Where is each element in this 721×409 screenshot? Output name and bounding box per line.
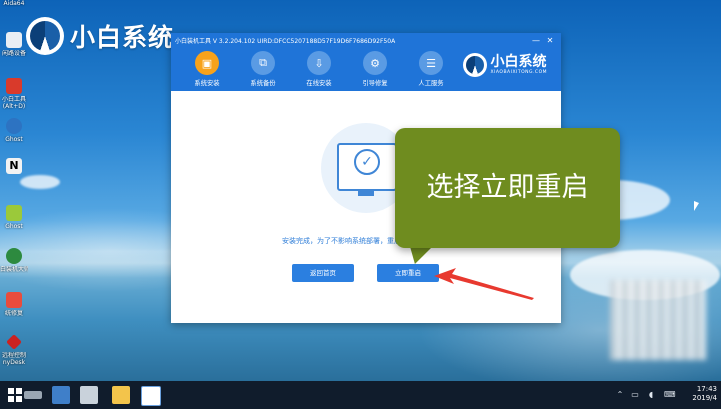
- desktop-icon-label: 远程控制: [1, 352, 26, 359]
- return-home-button[interactable]: 返回首页: [292, 264, 354, 282]
- ghost-icon: [6, 205, 22, 221]
- tab-boot-repair[interactable]: ⚙ 引导修复: [347, 51, 403, 87]
- installer-icon: [6, 248, 22, 264]
- desktop-icon-n[interactable]: N: [0, 158, 28, 176]
- ghost-icon: [6, 118, 22, 134]
- instruction-callout: 选择立即重启: [395, 128, 620, 248]
- desktop-icon-label: 小白工具: [1, 96, 26, 103]
- clock-time: 17:43: [696, 385, 717, 393]
- tab-label: 在线安装: [306, 80, 332, 87]
- anydesk-icon: [6, 334, 22, 350]
- tray-expand-icon[interactable]: ⌃: [615, 390, 625, 400]
- cloud: [20, 175, 60, 189]
- window-title: 小白装机工具 V 3.2.204.102 UIRD:DFCC5207188D57…: [175, 38, 396, 45]
- desktop-icon-network-devices[interactable]: 闲路设备: [0, 32, 28, 57]
- desktop-icon-xiaobai-tools[interactable]: 小白工具 (Alt+D): [0, 78, 28, 110]
- desktop-icon-label: nyDesk: [2, 359, 26, 366]
- service-icon: ☰: [419, 51, 443, 75]
- desktop-icon-label: Ghost: [5, 136, 23, 143]
- brand-name: 小白系统: [490, 54, 547, 70]
- tab-manual-service[interactable]: ☰ 人工服务: [403, 51, 459, 87]
- window-titlebar[interactable]: 小白装机工具 V 3.2.204.102 UIRD:DFCC5207188D57…: [171, 33, 561, 50]
- desktop-icon-label: 白装机大师: [0, 266, 28, 273]
- desktop-icon-ghost-2[interactable]: Ghost: [0, 205, 28, 230]
- start-button[interactable]: [6, 386, 24, 404]
- install-icon: ▣: [195, 51, 219, 75]
- desktop-icon-label: 闲路设备: [1, 50, 26, 57]
- tab-label: 系统安装: [194, 80, 220, 87]
- desktop-icon-label: (Alt+D): [2, 103, 26, 110]
- folder-icon[interactable]: [112, 386, 130, 404]
- xiaobai-taskbar-icon[interactable]: [141, 386, 161, 406]
- tab-online-install[interactable]: ⇩ 在线安装: [291, 51, 347, 87]
- main-nav: ▣ 系统安装 ⧉ 系统备份 ⇩ 在线安装 ⚙ 引导修复 ☰ 人工服务: [179, 51, 459, 87]
- taskbar-clock[interactable]: 17:43 2019/4: [692, 385, 717, 403]
- logo-icon: [26, 17, 64, 55]
- volume-tray-icon[interactable]: ◖: [646, 390, 656, 400]
- drive-icon[interactable]: [24, 391, 42, 399]
- brand-logo-icon: [462, 53, 487, 77]
- tools-icon: [6, 78, 22, 94]
- backup-icon: ⧉: [251, 51, 275, 75]
- app-brand: 小白系统 XIAOBAIXITONG.COM: [462, 53, 548, 77]
- desktop-icon-system-repair[interactable]: 统修复: [0, 292, 28, 317]
- boot-repair-icon: ⚙: [363, 51, 387, 75]
- network-tray-icon[interactable]: ▭: [630, 390, 640, 400]
- n-icon: N: [6, 158, 22, 174]
- blurred-qr-code: [610, 280, 706, 360]
- desktop-icon-label: 统修复: [4, 310, 23, 317]
- tab-label: 引导修复: [362, 80, 388, 87]
- checkmark-icon: ✓: [354, 149, 380, 175]
- desktop-icon-installer[interactable]: 白装机大师: [0, 248, 28, 273]
- desktop-icon-aida64[interactable]: Aida64: [0, 0, 28, 7]
- callout-text: 选择立即重启: [426, 172, 589, 203]
- clock-date: 2019/4: [692, 394, 717, 402]
- tab-label: 系统备份: [250, 80, 276, 87]
- tab-system-backup[interactable]: ⧉ 系统备份: [235, 51, 291, 87]
- minimize-button[interactable]: —: [531, 35, 541, 47]
- logo-name: 小白系统: [70, 23, 175, 52]
- screen-icon[interactable]: [52, 386, 70, 404]
- tab-label: 人工服务: [418, 80, 444, 87]
- printer-icon[interactable]: [80, 386, 98, 404]
- brand-subtitle: XIAOBAIXITONG.COM: [490, 70, 547, 75]
- repair-icon: [6, 292, 22, 308]
- desktop-icon-ghost[interactable]: Ghost: [0, 118, 28, 143]
- desktop-icon-label: Ghost: [5, 223, 23, 230]
- tab-system-install[interactable]: ▣ 系统安装: [179, 51, 235, 87]
- desktop-logo: 小白系统: [26, 17, 174, 55]
- close-button[interactable]: ✕: [545, 35, 555, 47]
- monitor-stand: [358, 191, 374, 196]
- desktop-icon-anydesk[interactable]: 远程控制 nyDesk: [0, 334, 28, 366]
- window-header: 小白装机工具 V 3.2.204.102 UIRD:DFCC5207188D57…: [171, 33, 561, 91]
- mouse-cursor-icon: [694, 201, 699, 211]
- desktop-icon-label: Aida64: [3, 0, 25, 7]
- ime-tray-icon[interactable]: ⌨: [664, 390, 676, 400]
- red-arrow-icon: [434, 268, 534, 300]
- online-install-icon: ⇩: [307, 51, 331, 75]
- network-icon: [6, 32, 22, 48]
- taskbar: ⌃ ▭ ◖ ⌨ 17:43 2019/4: [0, 381, 721, 409]
